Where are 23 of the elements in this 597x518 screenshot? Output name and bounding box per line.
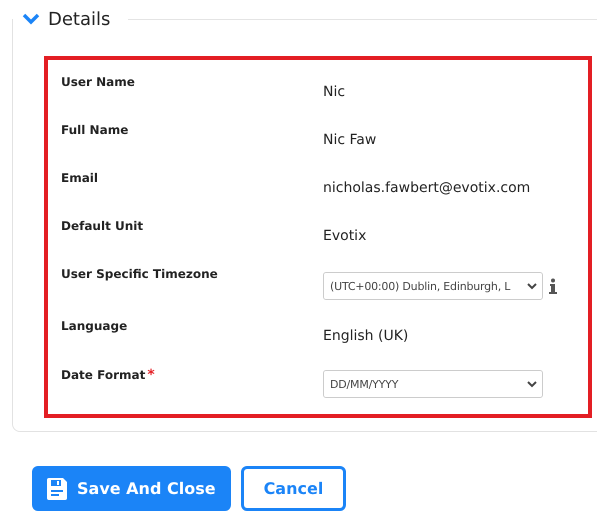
field-value: nicholas.fawbert@evotix.com [323,180,532,196]
section-title: Details [48,8,110,30]
field-label: Date Format* [60,366,156,383]
save-icon [47,478,67,500]
field-value: Nic [323,84,346,100]
required-mark: * [147,367,155,383]
caret-icon [527,282,537,290]
field-label: Default Unit [60,218,144,233]
field-label: Full Name [60,122,130,137]
caret-icon [527,380,537,388]
field-label: Email [60,170,100,185]
info-icon[interactable] [549,278,557,294]
field-value: Nic Faw [323,132,378,148]
field-value: English (UK) [323,328,410,344]
field-label: User Name [60,74,136,89]
field-label: User Specific Timezone [60,266,219,281]
cancel-button[interactable]: Cancel [240,466,346,511]
save-button[interactable]: Save And Close [32,466,231,511]
select-field[interactable]: (UTC+00:00) Dublin, Edinburgh, L [323,272,543,300]
select-field[interactable]: DD/MM/YYYY [323,370,543,398]
field-label: Language [60,318,128,333]
field-value: Evotix [323,228,368,244]
chevron-icon[interactable] [22,13,40,25]
